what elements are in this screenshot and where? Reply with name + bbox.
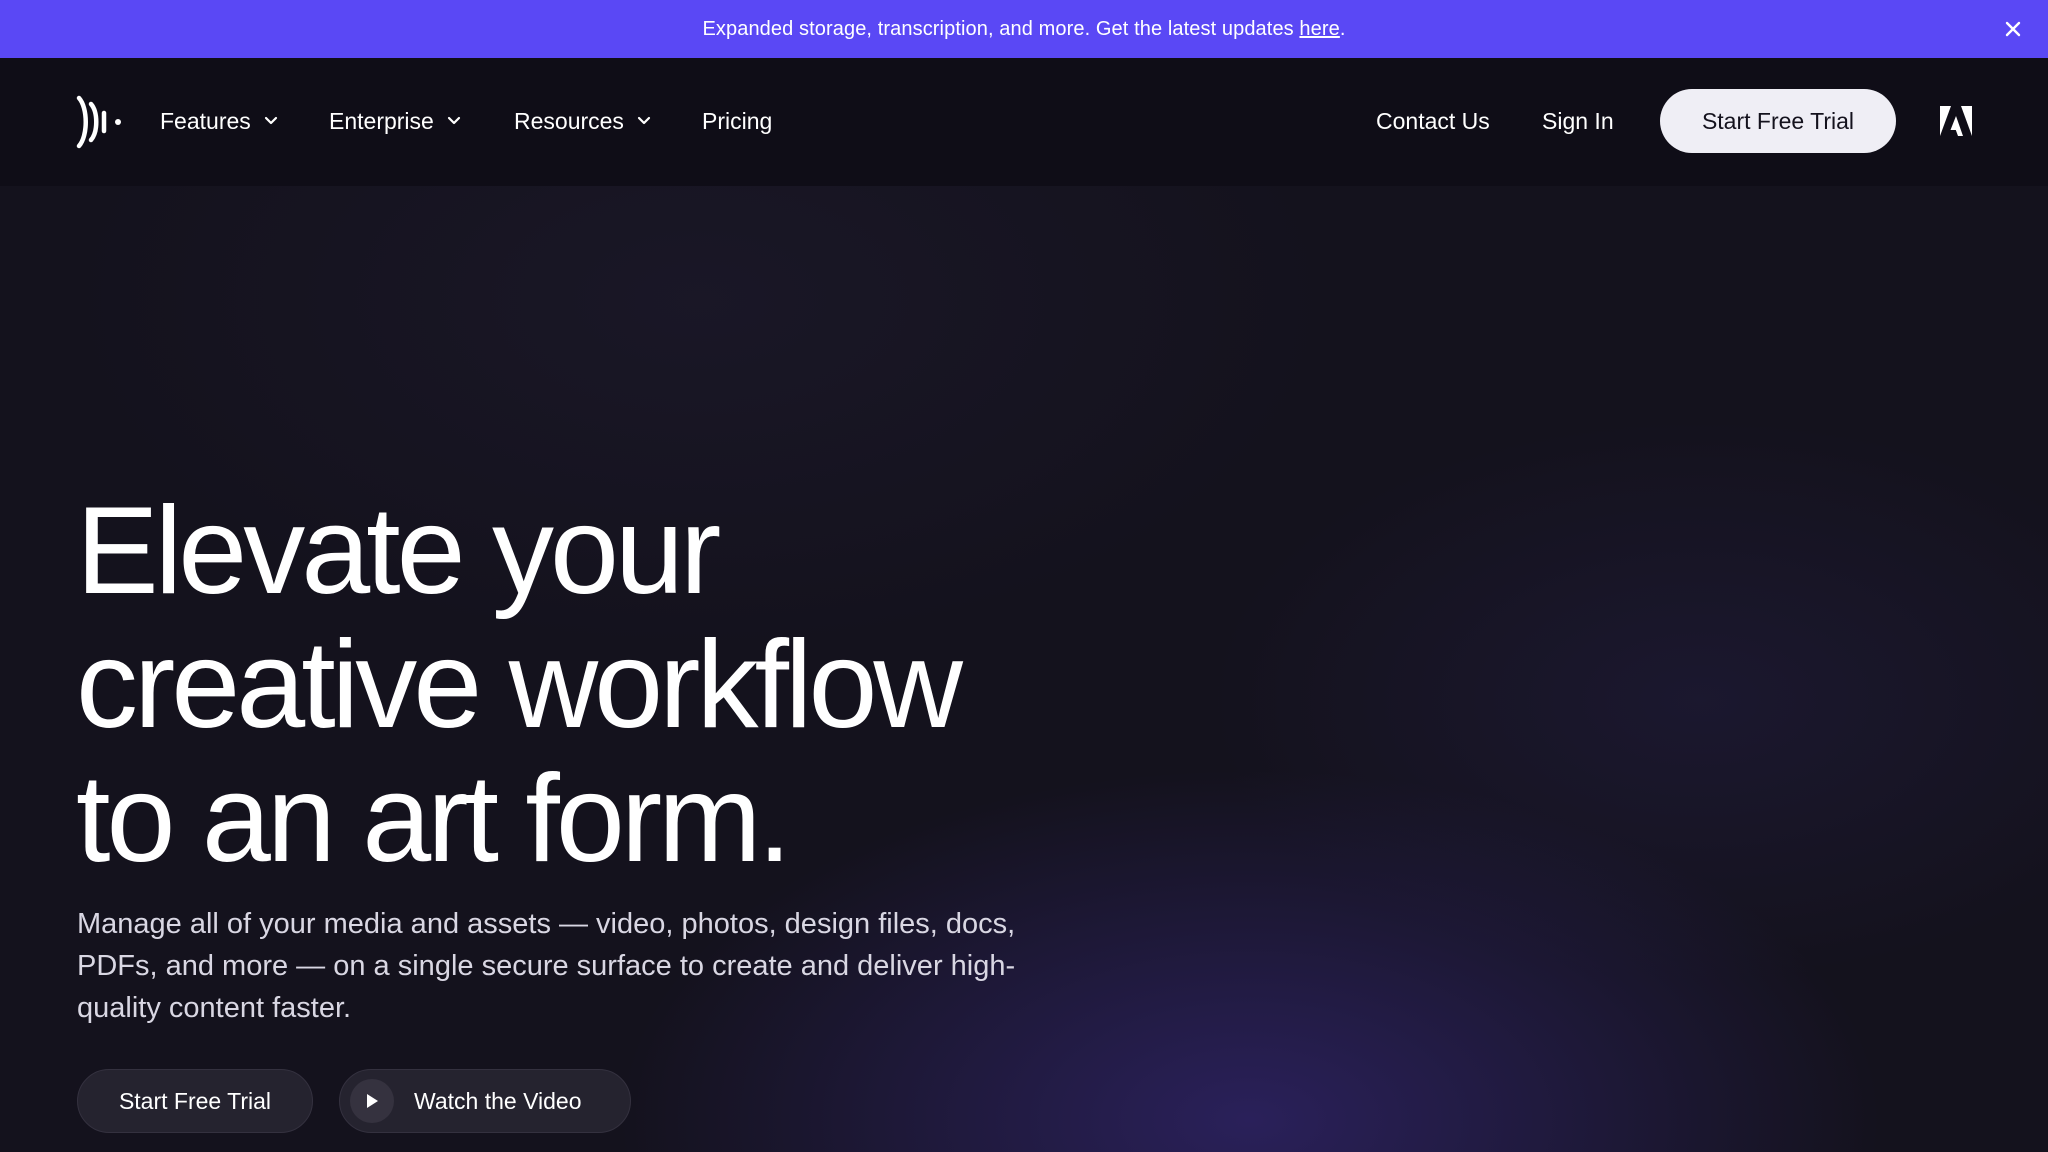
- start-free-trial-label: Start Free Trial: [1701, 107, 1855, 134]
- nav-features-label: Features: [160, 107, 251, 134]
- banner-suffix: .: [1339, 17, 1346, 40]
- hero-title: Elevate your creative workflow to an art…: [76, 484, 1176, 886]
- home-logo-link[interactable]: [74, 94, 126, 150]
- hero-start-free-trial-button[interactable]: Start Free Trial: [77, 1069, 313, 1133]
- contact-us-label: Contact Us: [1376, 107, 1490, 134]
- contact-us-link[interactable]: Contact Us: [1376, 104, 1490, 138]
- chevron-down-icon: [446, 113, 462, 129]
- chevron-down-icon: [263, 113, 279, 129]
- sign-in-link[interactable]: Sign In: [1542, 104, 1614, 138]
- nav-pricing[interactable]: Pricing: [702, 104, 772, 138]
- chevron-down-icon: [636, 113, 652, 129]
- nav-enterprise[interactable]: Enterprise: [329, 104, 462, 138]
- sign-in-label: Sign In: [1542, 107, 1614, 134]
- close-icon: [2005, 21, 2021, 37]
- banner-close-button[interactable]: [1998, 14, 2028, 44]
- nav-resources[interactable]: Resources: [514, 104, 652, 138]
- banner-link[interactable]: here: [1299, 18, 1339, 40]
- adobe-logo-icon: [1940, 106, 1972, 136]
- banner-message: Expanded storage, transcription, and mor…: [702, 18, 1345, 41]
- nav-resources-label: Resources: [514, 107, 624, 134]
- adobe-logo-link[interactable]: [1940, 106, 1972, 136]
- landing-page: Expanded storage, transcription, and mor…: [0, 0, 2048, 1152]
- banner-text: Expanded storage, transcription, and mor…: [702, 17, 1300, 40]
- nav-features[interactable]: Features: [160, 104, 279, 138]
- start-free-trial-button[interactable]: Start Free Trial: [1660, 89, 1896, 153]
- frameio-logo-icon: [76, 95, 121, 149]
- watch-video-label: Watch the Video: [414, 1087, 582, 1114]
- hero-title-line: Elevate your: [76, 482, 721, 620]
- hero-start-free-trial-label: Start Free Trial: [118, 1087, 272, 1114]
- hero-title-line: creative workflow: [76, 616, 963, 754]
- nav-enterprise-label: Enterprise: [329, 107, 434, 134]
- nav-pricing-label: Pricing: [702, 107, 773, 134]
- hero-title-line: to an art form.: [76, 750, 792, 888]
- announcement-banner: Expanded storage, transcription, and mor…: [0, 0, 2048, 58]
- play-icon: [350, 1079, 394, 1123]
- main-nav: Features Enterprise Resources Pricing Co…: [0, 58, 2048, 186]
- watch-video-button[interactable]: Watch the Video: [339, 1069, 631, 1133]
- hero-subtitle: Manage all of your media and assets — vi…: [77, 908, 1016, 1024]
